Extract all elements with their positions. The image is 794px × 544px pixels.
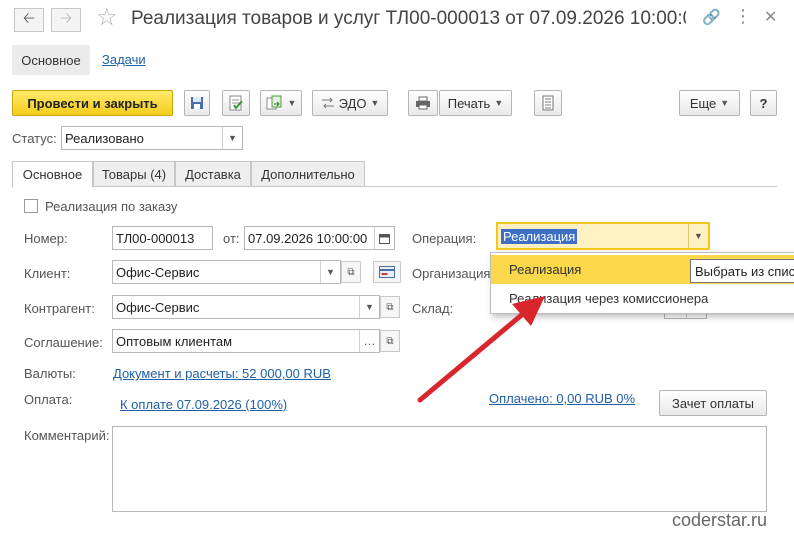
client-card-icon	[379, 266, 395, 278]
chevron-down-icon[interactable]: ▼	[320, 261, 340, 283]
chevron-down-icon[interactable]: ▼	[222, 127, 242, 149]
back-button[interactable]: 🡠	[14, 8, 44, 32]
forward-button[interactable]: 🡢	[51, 8, 81, 32]
ellipsis-icon[interactable]: …	[359, 330, 379, 352]
calendar-icon[interactable]	[374, 227, 394, 249]
floppy-disk-icon	[191, 97, 203, 109]
select-from-list-tooltip: Выбрать из списка	[690, 259, 794, 283]
post-document-button[interactable]	[222, 90, 250, 116]
chevron-down-icon: ▼	[287, 98, 297, 108]
operation-label: Операция:	[412, 231, 477, 246]
link-icon[interactable]: 🔗	[702, 8, 721, 28]
operation-value: Реализация	[501, 228, 578, 244]
printer-icon	[416, 96, 430, 110]
print-menu-button[interactable]: Печать ▼	[439, 90, 512, 116]
watermark: coderstar.ru	[672, 510, 768, 530]
warehouse-label: Склад:	[412, 301, 454, 316]
counterparty-label: Контрагент:	[24, 301, 95, 316]
by-order-checkbox[interactable]	[24, 199, 38, 213]
post-document-icon	[229, 95, 243, 111]
open-icon: ⧉	[347, 266, 355, 278]
operation-select[interactable]: Реализация ▼	[496, 222, 710, 250]
edo-label: ЭДО	[338, 95, 367, 111]
number-label: Номер:	[24, 231, 68, 246]
currency-label: Валюты:	[24, 366, 76, 381]
dropdown-item[interactable]: Реализация через комиссионера	[491, 284, 794, 313]
arrow-right-icon: 🡢	[59, 9, 73, 27]
counterparty-value: Офис-Сервис	[116, 299, 200, 315]
date-input[interactable]: 07.09.2026 10:00:00	[244, 226, 395, 250]
nav-tasks-link[interactable]: Задачи	[102, 52, 146, 67]
more-options-icon[interactable]: ⋮	[734, 6, 752, 26]
number-input[interactable]: ТЛ00-000013	[112, 226, 213, 250]
agreement-input[interactable]: Оптовым клиентам …	[112, 329, 380, 353]
client-open-button[interactable]: ⧉	[341, 261, 361, 283]
open-icon: ⧉	[386, 301, 394, 313]
payment-offset-button[interactable]: Зачет оплаты	[659, 390, 767, 416]
payment-label: Оплата:	[24, 392, 73, 407]
create-based-on-button[interactable]: ▼	[260, 90, 302, 116]
tab-delivery[interactable]: Доставка	[175, 161, 251, 187]
payment-schedule-link[interactable]: К оплате 07.09.2026 (100%)	[120, 397, 287, 412]
chevron-down-icon: ▼	[494, 98, 504, 108]
chevron-down-icon: ▼	[720, 98, 730, 108]
counterparty-open-button[interactable]: ⧉	[380, 296, 400, 318]
open-icon: ⧉	[386, 335, 394, 347]
paid-amount-link[interactable]: Оплачено: 0,00 RUB 0%	[489, 391, 635, 406]
chevron-down-icon[interactable]: ▼	[359, 296, 379, 318]
help-button[interactable]: ?	[750, 90, 777, 116]
more-menu-button[interactable]: Еще ▼	[679, 90, 740, 116]
favorite-star-icon[interactable]: ☆	[96, 4, 118, 32]
create-based-on-icon	[266, 95, 282, 110]
client-value: Офис-Сервис	[116, 264, 200, 280]
date-value: 07.09.2026 10:00:00	[248, 230, 368, 246]
more-label: Еще	[689, 95, 717, 111]
comment-textarea[interactable]	[112, 426, 767, 512]
organization-label: Организация	[412, 266, 491, 281]
post-and-close-button[interactable]: Провести и закрыть	[12, 90, 173, 116]
status-label: Статус:	[12, 131, 57, 146]
tab-additional[interactable]: Дополнительно	[251, 161, 365, 187]
client-card-button[interactable]	[373, 261, 401, 283]
edo-menu-button[interactable]: ЭДО ▼	[312, 90, 388, 116]
status-value: Реализовано	[65, 130, 144, 146]
client-input[interactable]: Офис-Сервис ▼	[112, 260, 341, 284]
status-select[interactable]: Реализовано ▼	[61, 126, 243, 150]
tab-goods[interactable]: Товары (4)	[93, 161, 175, 187]
report-structure-button[interactable]	[534, 90, 562, 116]
chevron-down-icon[interactable]: ▼	[688, 224, 708, 248]
nav-main[interactable]: Основное	[12, 45, 90, 75]
window-title: Реализация товаров и услуг ТЛ00-000013 о…	[131, 8, 686, 29]
date-label: от:	[223, 231, 240, 246]
agreement-open-button[interactable]: ⧉	[380, 330, 400, 352]
tab-separator	[12, 186, 777, 187]
arrow-left-icon: 🡠	[22, 9, 36, 27]
counterparty-input[interactable]: Офис-Сервис ▼	[112, 295, 380, 319]
agreement-label: Соглашение:	[24, 335, 103, 350]
list-icon	[542, 95, 554, 111]
close-icon[interactable]: ✕	[764, 8, 777, 28]
print-quick-button[interactable]	[408, 90, 438, 116]
comment-label: Комментарий:	[24, 428, 110, 443]
client-label: Клиент:	[24, 266, 71, 281]
chevron-down-icon: ▼	[370, 98, 380, 108]
print-label: Печать	[447, 95, 491, 111]
by-order-label: Реализация по заказу	[45, 199, 178, 214]
currency-link[interactable]: Документ и расчеты: 52 000,00 RUB	[113, 366, 331, 381]
agreement-value: Оптовым клиентам	[116, 333, 233, 349]
arrow-shaft	[417, 305, 533, 403]
number-value: ТЛ00-000013	[116, 230, 195, 246]
edo-icon	[321, 97, 334, 109]
save-button[interactable]	[184, 90, 210, 116]
tab-main[interactable]: Основное	[12, 161, 93, 188]
